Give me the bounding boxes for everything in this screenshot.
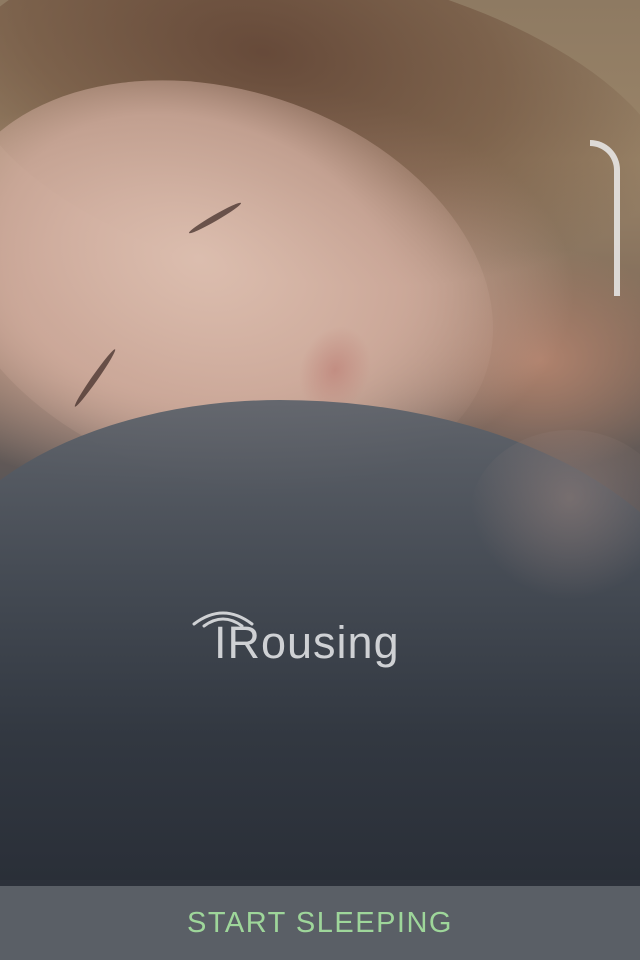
app-logo: IRousing: [190, 600, 450, 675]
start-sleeping-button[interactable]: START SLEEPING: [0, 886, 640, 960]
app-logo-text: IRousing: [214, 617, 400, 668]
splash-screen: IRousing START SLEEPING: [0, 0, 640, 960]
background-photo: [0, 0, 640, 886]
photo-strap: [590, 140, 620, 296]
start-sleeping-label: START SLEEPING: [187, 906, 453, 939]
